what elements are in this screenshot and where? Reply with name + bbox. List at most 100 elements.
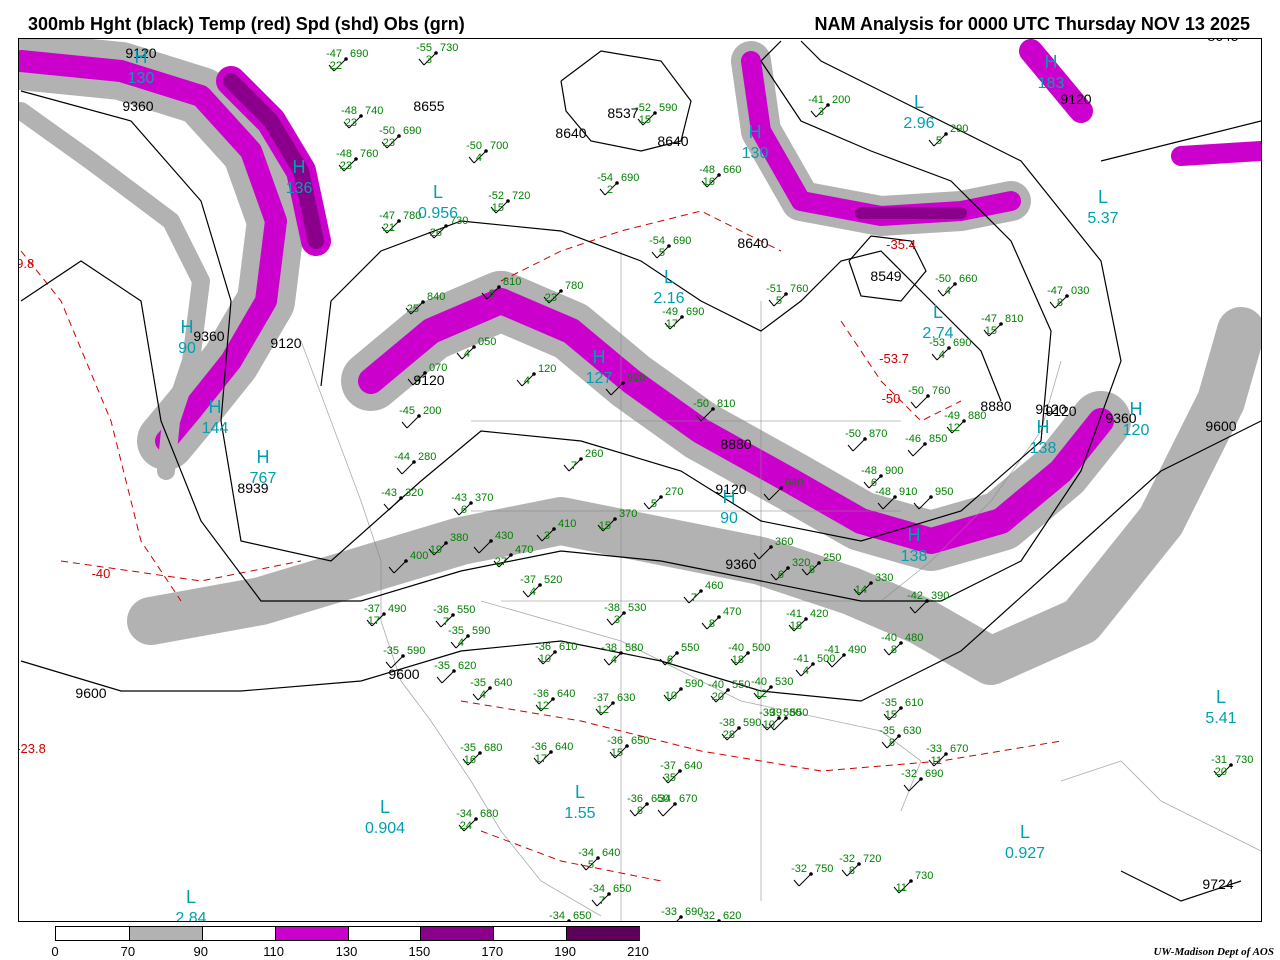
wind-barb-flag	[928, 139, 935, 147]
jet-west-70	[19, 39, 305, 470]
station-obs: -55 730 3	[416, 42, 458, 66]
obs-temperature: -34	[549, 910, 565, 922]
obs-height: 280	[418, 451, 436, 463]
obs-dewpoint: 25	[407, 303, 419, 315]
center-h-letter: H	[209, 397, 222, 417]
center-value: 5.41	[1205, 710, 1236, 727]
wind-barb-flag	[599, 188, 606, 196]
obs-height: 120	[538, 363, 556, 375]
obs-temperature: -36	[607, 735, 623, 747]
obs-dewpoint: 15	[985, 325, 997, 337]
station-dot	[717, 919, 721, 921]
obs-dewpoint: 5	[588, 859, 594, 871]
temperature-label: -40	[92, 566, 111, 581]
wind-barb-flag	[396, 467, 403, 475]
height-label: 9600	[1205, 418, 1236, 434]
obs-temperature: -35	[470, 677, 486, 689]
obs-temperature: -35	[434, 660, 450, 672]
colorbar-segment	[493, 927, 568, 940]
obs-dewpoint: 17	[666, 318, 678, 330]
obs-temperature: -37	[593, 692, 609, 704]
obs-temperature: -36	[535, 641, 551, 653]
wind-barb-flag	[931, 353, 938, 361]
obs-temperature: -34	[589, 883, 605, 895]
obs-temperature: -33	[926, 743, 942, 755]
obs-temperature: -48	[341, 105, 357, 117]
obs-temperature: -40	[708, 679, 724, 691]
wind-barb	[568, 920, 569, 921]
station-dot	[567, 919, 571, 921]
wind-barb-flag	[651, 251, 658, 259]
obs-height: 640	[684, 760, 702, 772]
wind-barb-flag	[683, 596, 690, 604]
wind-barb	[441, 670, 455, 684]
obs-temperature: -38	[719, 717, 735, 729]
obs-height: 690	[686, 306, 704, 318]
obs-temperature: -47	[326, 48, 342, 60]
station-obs: -41 5004	[793, 653, 835, 677]
obs-dewpoint: 3	[426, 54, 432, 66]
center-value: 2.16	[653, 290, 684, 307]
center-h-letter: H	[749, 122, 762, 142]
obs-height: 630	[903, 725, 921, 737]
station-obs: 260 7	[563, 448, 603, 472]
obs-height: 290	[950, 123, 968, 135]
colorbar-segment	[566, 927, 640, 940]
height-label: 8655	[413, 98, 444, 114]
obs-dewpoint: 35	[664, 772, 676, 784]
colorbar-tick-label: 150	[408, 944, 431, 959]
height-label: 8880	[720, 436, 751, 452]
obs-temperature: -50	[845, 428, 861, 440]
obs-dewpoint: 23	[383, 137, 395, 149]
colorbar-tick-label: 170	[481, 944, 504, 959]
obs-dewpoint: 8	[637, 805, 643, 817]
station-obs: -54 690 2	[597, 172, 639, 196]
center-low: L 0.927	[1005, 822, 1045, 862]
obs-height: 330	[875, 572, 893, 584]
station-obs: -33 690	[661, 906, 703, 921]
obs-dewpoint: 5	[651, 498, 657, 510]
height-label: 8645	[1207, 39, 1238, 44]
obs-dewpoint: 2	[607, 184, 613, 196]
station-obs: -54 690 5	[649, 235, 691, 259]
obs-temperature: -39	[759, 707, 775, 719]
temperature-label: -50	[882, 391, 901, 406]
obs-height: 610	[559, 641, 577, 653]
station-obs: -31 730 20	[1211, 754, 1253, 778]
obs-height: 530	[775, 676, 793, 688]
obs-temperature: -41	[824, 644, 840, 656]
obs-dewpoint: 5	[936, 135, 942, 147]
chart-title: 300mb Hght (black) Temp (red) Spd (shd) …	[28, 14, 465, 34]
obs-temperature: -41	[793, 653, 809, 665]
obs-dewpoint: 6	[461, 504, 467, 516]
center-value: 767	[250, 470, 277, 487]
height-label: 9600	[388, 666, 419, 682]
obs-height: 360	[775, 536, 793, 548]
wind-barb-flag	[701, 622, 708, 630]
station-obs: -32 750	[791, 863, 833, 887]
wind-barb-flag	[472, 693, 479, 701]
obs-temperature: -34	[578, 847, 594, 859]
jet-edge-110	[1171, 141, 1261, 166]
height-label: 9120	[413, 372, 444, 388]
obs-height: 870	[869, 428, 887, 440]
wind-barb-flag	[522, 590, 529, 598]
station-obs: -47 78021	[379, 210, 421, 234]
colorbar-segment	[56, 927, 129, 940]
obs-temperature: -54	[597, 172, 613, 184]
station-obs: -52 720 15	[488, 190, 530, 214]
temperature-label: -9.8	[19, 256, 34, 271]
station-obs: 460 7	[683, 580, 723, 604]
obs-dewpoint: 4	[803, 665, 809, 677]
center-l-letter: L	[914, 92, 924, 112]
obs-temperature: -34	[456, 808, 472, 820]
obs-height: 690	[403, 125, 421, 137]
obs-dewpoint: 6	[667, 654, 673, 666]
center-value: 5.37	[1087, 210, 1118, 227]
colorbar-tick-label: 110	[263, 944, 284, 959]
center-l-letter: L	[433, 182, 443, 202]
wind-barb-flag	[810, 110, 817, 118]
obs-dewpoint: 10	[665, 690, 677, 702]
station-obs: -34 680 24	[456, 808, 498, 832]
obs-dewpoint: 8	[849, 865, 855, 877]
